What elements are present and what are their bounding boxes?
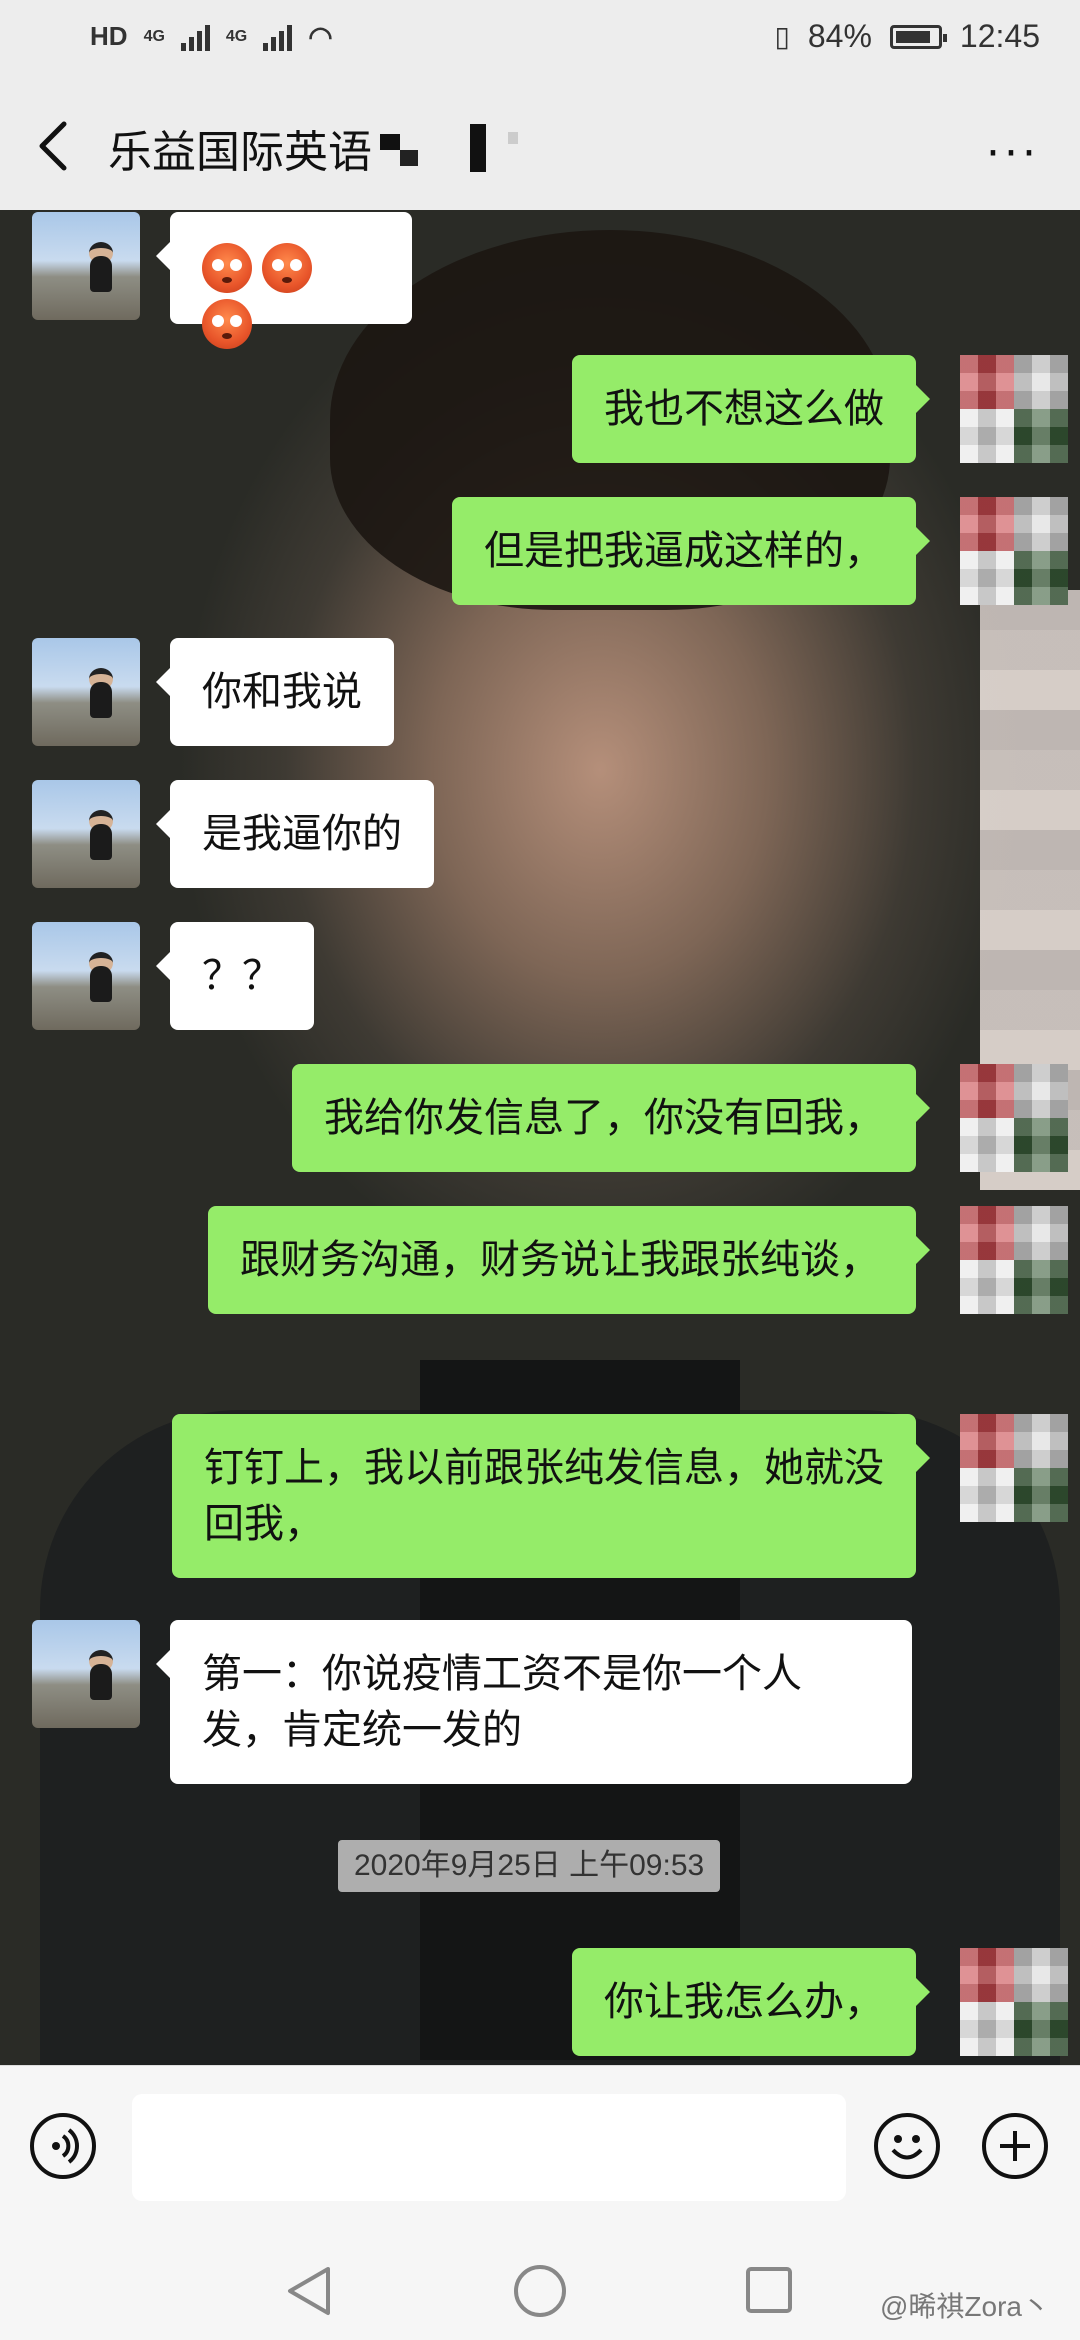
input-bar (0, 2065, 1080, 2236)
more-options-icon[interactable]: ··· (986, 128, 1040, 179)
incoming-message[interactable]: 第一：你说疫情工资不是你一个人发，肯定统一发的 (156, 1620, 912, 1784)
signal-icon (180, 23, 210, 51)
watermark: @晞祺Zora丶 (880, 2291, 1050, 2322)
my-avatar[interactable] (960, 1206, 1068, 1314)
outgoing-message[interactable]: 我给你发信息了，你没有回我， (292, 1064, 930, 1172)
plus-cross-icon (1000, 2131, 1030, 2161)
my-avatar[interactable] (960, 355, 1068, 463)
outgoing-message[interactable]: 跟财务沟通，财务说让我跟张纯谈， (208, 1206, 930, 1314)
outgoing-message[interactable]: 但是把我逼成这样的， (452, 497, 930, 605)
back-triangle-icon[interactable] (284, 2263, 334, 2319)
signal-icon-2 (263, 23, 293, 51)
home-circle-icon[interactable] (512, 2263, 568, 2319)
battery-icon (889, 24, 947, 49)
status-left: HD 4G 4G ◠ (90, 20, 333, 53)
plus-icon[interactable] (982, 2113, 1048, 2179)
incoming-message[interactable]: ？？ (156, 922, 314, 1030)
sim1-label: 4G (143, 27, 165, 45)
system-nav-bar: @晞祺Zora丶 (0, 2235, 1080, 2340)
incoming-message[interactable]: 你和我说 (156, 638, 394, 746)
voice-icon[interactable] (30, 2113, 96, 2179)
message-input[interactable] (132, 2094, 846, 2201)
contact-avatar[interactable] (32, 922, 140, 1030)
back-arrow-icon[interactable] (30, 116, 80, 176)
status-bar: HD 4G 4G ◠ ▯ 84% 12:45 (0, 0, 1080, 80)
incoming-message[interactable]: 是我逼你的 (156, 780, 434, 888)
flushed-face-icon (202, 243, 252, 293)
my-avatar[interactable] (960, 1414, 1068, 1522)
clock: 12:45 (959, 18, 1040, 54)
flushed-face-icon (202, 299, 252, 349)
hd-indicator: HD (90, 21, 128, 51)
status-right: ▯ 84% 12:45 (774, 18, 1040, 55)
redacted-mosaic (380, 124, 518, 172)
wifi-icon: ◠ (308, 21, 333, 52)
battery-percent: 84% (807, 18, 872, 54)
contact-avatar[interactable] (32, 638, 140, 746)
contact-avatar[interactable] (32, 212, 140, 320)
chat-header: 乐益国际英语 ··· (0, 80, 1080, 210)
voice-wave-icon (52, 2128, 79, 2164)
battery-fill (895, 30, 930, 43)
smiley-face-icon (891, 2135, 923, 2160)
chat-area[interactable]: 我也不想这么做 但是把我逼成这样的， 你和我说 是我逼你的 ？？ 我给你发信息了… (0, 210, 1080, 2065)
contact-avatar[interactable] (32, 1620, 140, 1728)
chat-title: 乐益国际英语 (108, 127, 372, 178)
flushed-face-icon (262, 243, 312, 293)
message-timestamp: 2020年9月25日 上午09:53 (338, 1840, 721, 1892)
outgoing-message[interactable]: 你让我怎么办， (572, 1948, 930, 2056)
contact-avatar[interactable] (32, 780, 140, 888)
sim2-label: 4G (225, 27, 248, 45)
emoji-icon[interactable] (874, 2113, 940, 2179)
my-avatar[interactable] (960, 1948, 1068, 2056)
my-avatar[interactable] (960, 497, 1068, 605)
my-avatar[interactable] (960, 1064, 1068, 1172)
outgoing-message[interactable]: 钉钉上，我以前跟张纯发信息，她就没回我， (172, 1414, 930, 1578)
outgoing-message[interactable]: 我也不想这么做 (572, 355, 930, 463)
vibrate-icon: ▯ (774, 21, 790, 52)
recent-square-icon[interactable] (744, 2263, 794, 2319)
incoming-emoji-bubble[interactable] (156, 212, 412, 349)
